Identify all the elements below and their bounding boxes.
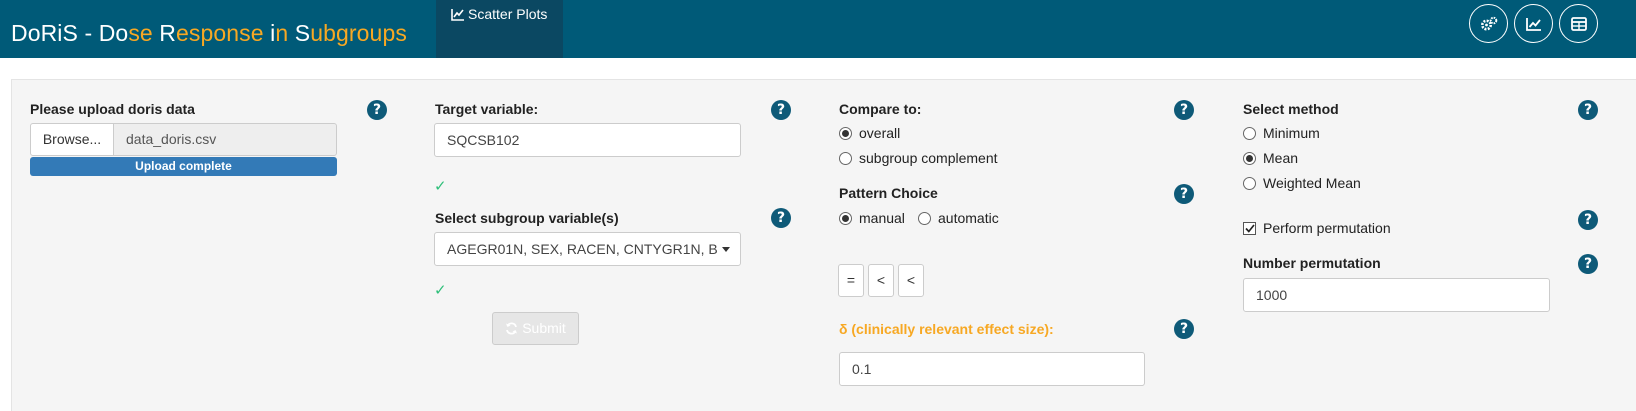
target-variable-label: Target variable: [435, 101, 539, 117]
radio-subgroup-complement[interactable]: subgroup complement [839, 150, 998, 166]
radio-dot [839, 151, 852, 165]
radio-dot [918, 211, 931, 225]
radio-overall[interactable]: overall [839, 125, 900, 141]
tab-label: Scatter Plots [468, 6, 548, 22]
help-icon-number-permutation[interactable] [1578, 254, 1598, 274]
subgroup-select[interactable]: AGEGR01N, SEX, RACEN, CNTYGR1N, B [434, 232, 741, 266]
navbar: DoRiS - Dose Response in Subgroups Scatt… [0, 0, 1636, 58]
radio-weighted-mean[interactable]: Weighted Mean [1243, 175, 1361, 191]
help-icon-subgroup[interactable] [771, 208, 791, 228]
compare-label: Compare to: [839, 101, 922, 117]
radio-mean[interactable]: Mean [1243, 150, 1298, 166]
table-button[interactable] [1559, 4, 1598, 43]
help-icon-compare[interactable] [1174, 100, 1194, 120]
upload-label: Please upload doris data [30, 101, 195, 117]
pattern-choice-label: Pattern Choice [839, 185, 938, 201]
caret-down-icon [722, 247, 730, 252]
subgroup-label: Select subgroup variable(s) [435, 210, 619, 226]
help-icon-upload[interactable] [367, 100, 387, 120]
tab-scatter-plots[interactable]: Scatter Plots [436, 0, 563, 58]
subgroup-select-value: AGEGR01N, SEX, RACEN, CNTYGR1N, B [447, 241, 718, 257]
checkmark-icon [1244, 223, 1255, 233]
pattern-button-2[interactable]: < [868, 264, 894, 297]
line-chart-icon [451, 9, 464, 21]
number-permutation-label: Number permutation [1243, 255, 1381, 271]
settings-button[interactable] [1469, 4, 1508, 43]
help-icon-target[interactable] [771, 100, 791, 120]
radio-dot [839, 126, 852, 140]
perform-permutation-checkbox[interactable]: Perform permutation [1243, 220, 1391, 236]
pattern-button-1[interactable]: = [838, 264, 864, 297]
delta-label: δ (clinically relevant effect size): [839, 321, 1054, 337]
upload-filename: data_doris.csv [113, 123, 337, 156]
upload-progress-bar: Upload complete [30, 157, 337, 176]
radio-dot [1243, 151, 1256, 165]
gears-icon [1480, 16, 1497, 30]
radio-automatic[interactable]: automatic [918, 210, 999, 226]
check-icon-target: ✓ [434, 177, 447, 195]
help-icon-delta[interactable] [1174, 319, 1194, 339]
radio-dot [1243, 126, 1256, 140]
pattern-button-3[interactable]: < [898, 264, 924, 297]
submit-button[interactable]: Submit [492, 312, 579, 345]
radio-manual[interactable]: manual [839, 210, 905, 226]
refresh-icon [506, 322, 518, 335]
number-permutation-input[interactable]: 1000 [1243, 278, 1550, 312]
help-icon-permutation[interactable] [1578, 210, 1598, 230]
delta-input[interactable]: 0.1 [839, 352, 1145, 386]
app-title: DoRiS - Dose Response in Subgroups [11, 20, 407, 46]
radio-dot [1243, 176, 1256, 190]
line-chart-icon [1525, 17, 1541, 31]
browse-button[interactable]: Browse... [30, 123, 114, 156]
select-method-label: Select method [1243, 101, 1339, 117]
submit-label: Submit [522, 320, 566, 336]
target-variable-input[interactable]: SQCSB102 [434, 123, 741, 157]
check-icon-subgroup: ✓ [434, 281, 447, 299]
checkbox-box [1243, 221, 1256, 235]
table-icon [1570, 16, 1587, 31]
radio-dot [839, 211, 852, 225]
chart-button[interactable] [1514, 4, 1553, 43]
help-icon-pattern[interactable] [1174, 184, 1194, 204]
radio-minimum[interactable]: Minimum [1243, 125, 1320, 141]
help-icon-method[interactable] [1578, 100, 1598, 120]
